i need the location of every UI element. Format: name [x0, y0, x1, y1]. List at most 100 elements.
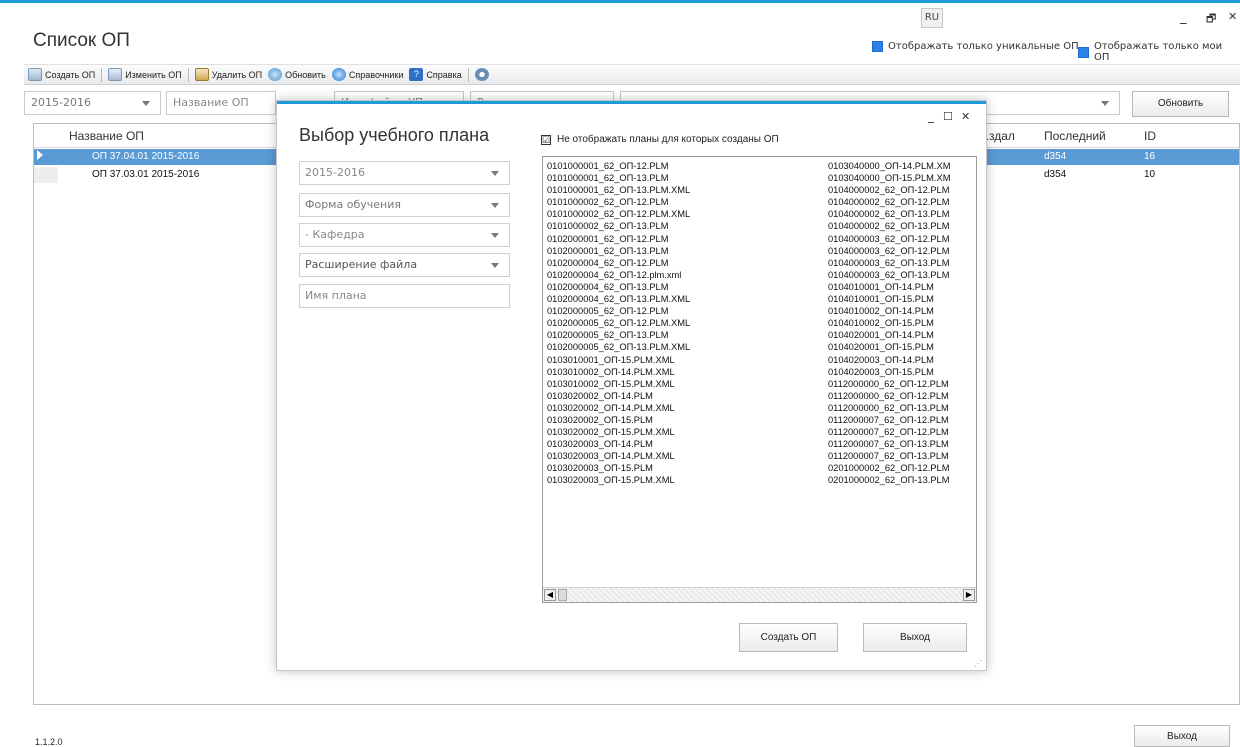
list-item[interactable]: 0112000000_62_ОП-13.PLM	[828, 402, 950, 414]
create-button[interactable]: Создать ОП	[28, 68, 95, 81]
horizontal-scrollbar[interactable]: ◀ ▶	[543, 587, 976, 602]
list-item[interactable]: 0104000003_62_ОП-13.PLM	[828, 269, 950, 281]
delete-doc-icon	[194, 68, 209, 81]
dialog-year-select[interactable]: 2015-2016	[299, 161, 510, 185]
hide-created-option[interactable]: ☑ Не отображать планы для которых создан…	[541, 134, 779, 145]
list-item[interactable]: 0103010002_ОП-15.PLM.XML	[547, 378, 690, 390]
dialog-exit-button[interactable]: Выход	[863, 623, 967, 652]
unique-only-option[interactable]: Отображать только уникальные ОП	[872, 41, 1079, 52]
references-button[interactable]: Справочники	[331, 68, 403, 81]
department-select[interactable]: - Кафедра	[299, 223, 510, 247]
list-item[interactable]: 0101000001_62_ОП-13.PLM.XML	[547, 184, 690, 196]
list-item[interactable]: 0102000005_62_ОП-13.PLM	[547, 329, 690, 341]
list-item[interactable]: 0104000002_62_ОП-12.PLM	[828, 196, 950, 208]
list-item[interactable]: 0102000004_62_ОП-12.plm.xml	[547, 269, 690, 281]
edit-button[interactable]: Изменить ОП	[108, 68, 182, 81]
list-item[interactable]: 0112000000_62_ОП-12.PLM	[828, 378, 950, 390]
list-item[interactable]: 0112000000_62_ОП-12.PLM	[828, 390, 950, 402]
unique-only-checkbox[interactable]	[872, 41, 883, 52]
list-item[interactable]: 0104010002_ОП-15.PLM	[828, 317, 950, 329]
language-indicator[interactable]: RU	[921, 8, 943, 28]
list-item[interactable]: 0103040000_ОП-15.PLM.XM	[828, 172, 950, 184]
list-item[interactable]: 0101000001_62_ОП-13.PLM	[547, 172, 690, 184]
dialog-close-button[interactable]: ✕	[961, 110, 970, 123]
page-title: Список ОП	[33, 30, 130, 51]
list-item[interactable]: 0102000005_62_ОП-13.PLM.XML	[547, 341, 690, 353]
list-item[interactable]: 0104020001_ОП-15.PLM	[828, 341, 950, 353]
list-item[interactable]: 0103010001_ОП-15.PLM.XML	[547, 354, 690, 366]
row-name: ОП 37.03.01 2015-2016	[92, 169, 200, 180]
title-accent-bar	[0, 0, 1240, 3]
list-item[interactable]: 0102000001_62_ОП-12.PLM	[547, 233, 690, 245]
list-item[interactable]: 0103020002_ОП-15.PLM	[547, 414, 690, 426]
list-item[interactable]: 0104010001_ОП-14.PLM	[828, 281, 950, 293]
list-item[interactable]: 0101000001_62_ОП-12.PLM	[547, 160, 690, 172]
main-exit-button[interactable]: Выход	[1134, 725, 1230, 747]
col-name[interactable]: Название ОП	[69, 129, 144, 143]
close-button[interactable]: ✕	[1228, 10, 1237, 23]
study-form-select[interactable]: Форма обучения	[299, 193, 510, 217]
list-item[interactable]: 0104000002_62_ОП-13.PLM	[828, 220, 950, 232]
list-item[interactable]: 0201000002_62_ОП-13.PLM	[828, 474, 950, 486]
list-item[interactable]: 0112000007_62_ОП-12.PLM	[828, 414, 950, 426]
plan-name-input[interactable]: Имя плана	[299, 284, 510, 308]
hide-created-checkbox[interactable]: ☑	[541, 134, 551, 145]
list-item[interactable]: 0102000004_62_ОП-13.PLM.XML	[547, 293, 690, 305]
mine-only-option[interactable]: Отображать только мои ОП	[1078, 41, 1240, 63]
list-item[interactable]: 0103020003_ОП-14.PLM	[547, 438, 690, 450]
refresh-toolbar-button[interactable]: Обновить	[268, 68, 326, 81]
scroll-right-icon[interactable]: ▶	[963, 589, 975, 601]
list-item[interactable]: 0104000003_62_ОП-13.PLM	[828, 257, 950, 269]
list-item[interactable]: 0104000003_62_ОП-12.PLM	[828, 245, 950, 257]
delete-label: Удалить ОП	[211, 69, 263, 80]
list-item[interactable]: 0103040000_ОП-14.PLM.XM	[828, 160, 950, 172]
restore-button[interactable]: 🗗	[1206, 10, 1216, 29]
scroll-left-icon[interactable]: ◀	[544, 589, 556, 601]
plan-file-list[interactable]: 0101000001_62_ОП-12.PLM 0101000001_62_ОП-…	[542, 156, 977, 603]
list-item[interactable]: 0103020003_ОП-15.PLM.XML	[547, 474, 690, 486]
list-item[interactable]: 0103010002_ОП-14.PLM.XML	[547, 366, 690, 378]
list-item[interactable]: 0102000004_62_ОП-13.PLM	[547, 281, 690, 293]
list-item[interactable]: 0101000002_62_ОП-12.PLM	[547, 196, 690, 208]
list-item[interactable]: 0201000002_62_ОП-12.PLM	[828, 462, 950, 474]
list-item[interactable]: 0103020002_ОП-14.PLM	[547, 390, 690, 402]
mine-only-checkbox[interactable]	[1078, 46, 1089, 58]
help-button[interactable]: ? Справка	[409, 68, 462, 81]
list-item[interactable]: 0103020003_ОП-15.PLM	[547, 462, 690, 474]
scroll-thumb[interactable]	[558, 589, 567, 601]
list-item[interactable]: 0112000007_62_ОП-13.PLM	[828, 450, 950, 462]
dialog-maximize-button[interactable]: ☐	[943, 110, 953, 123]
file-extension-select[interactable]: Расширение файла	[299, 253, 510, 277]
list-item[interactable]: 0104000002_62_ОП-13.PLM	[828, 208, 950, 220]
list-item[interactable]: 0104000002_62_ОП-12.PLM	[828, 184, 950, 196]
list-item[interactable]: 0103020003_ОП-14.PLM.XML	[547, 450, 690, 462]
list-item[interactable]: 0112000007_62_ОП-13.PLM	[828, 438, 950, 450]
list-item[interactable]: 0104020003_ОП-14.PLM	[828, 354, 950, 366]
col-id[interactable]: ID	[1144, 129, 1156, 143]
name-filter-input[interactable]: Название ОП	[166, 91, 276, 115]
list-item[interactable]: 0101000002_62_ОП-13.PLM	[547, 220, 690, 232]
col-last[interactable]: Последний	[1044, 129, 1106, 143]
list-item[interactable]: 0104000003_62_ОП-12.PLM	[828, 233, 950, 245]
minimize-button[interactable]: _	[1180, 10, 1187, 25]
year-select[interactable]: 2015-2016	[24, 91, 161, 115]
dialog-minimize-button[interactable]: _	[928, 109, 934, 123]
list-item[interactable]: 0103020002_ОП-15.PLM.XML	[547, 426, 690, 438]
list-item[interactable]: 0101000002_62_ОП-12.PLM.XML	[547, 208, 690, 220]
settings-button[interactable]	[474, 68, 492, 81]
resize-grip-icon[interactable]: ⋰	[974, 659, 982, 668]
list-item[interactable]: 0104020001_ОП-14.PLM	[828, 329, 950, 341]
list-item[interactable]: 0102000005_62_ОП-12.PLM	[547, 305, 690, 317]
list-item[interactable]: 0104020003_ОП-15.PLM	[828, 366, 950, 378]
list-item[interactable]: 0104010002_ОП-14.PLM	[828, 305, 950, 317]
list-item[interactable]: 0102000004_62_ОП-12.PLM	[547, 257, 690, 269]
edit-label: Изменить ОП	[125, 69, 182, 80]
list-item[interactable]: 0103020002_ОП-14.PLM.XML	[547, 402, 690, 414]
list-item[interactable]: 0104010001_ОП-15.PLM	[828, 293, 950, 305]
delete-button[interactable]: Удалить ОП	[194, 68, 263, 81]
refresh-filter-button[interactable]: Обновить	[1132, 91, 1229, 117]
list-item[interactable]: 0102000005_62_ОП-12.PLM.XML	[547, 317, 690, 329]
create-op-button[interactable]: Создать ОП	[739, 623, 838, 652]
list-item[interactable]: 0102000001_62_ОП-13.PLM	[547, 245, 690, 257]
list-item[interactable]: 0112000007_62_ОП-12.PLM	[828, 426, 950, 438]
